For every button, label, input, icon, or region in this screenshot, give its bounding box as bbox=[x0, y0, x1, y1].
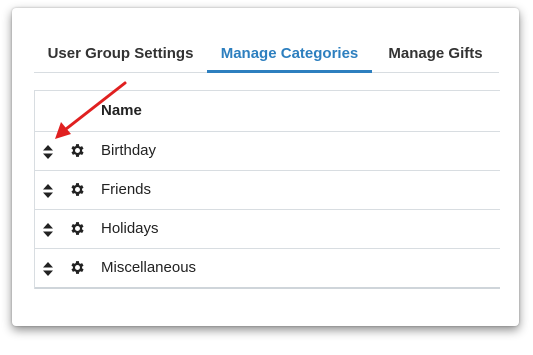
tab-bar: User Group Settings Manage Categories Ma… bbox=[34, 40, 499, 73]
column-header-name[interactable]: Name bbox=[101, 102, 142, 119]
table-row: Miscellaneous bbox=[35, 249, 500, 289]
category-name: Holidays bbox=[101, 220, 159, 237]
table-row: Holidays bbox=[35, 210, 500, 249]
sort-icon[interactable] bbox=[43, 184, 53, 198]
tab-manage-gifts[interactable]: Manage Gifts bbox=[372, 40, 499, 70]
tab-user-group-settings[interactable]: User Group Settings bbox=[34, 40, 207, 70]
categories-table: Name Birthday Friends Holidays Miscellan… bbox=[34, 90, 500, 289]
table-row: Friends bbox=[35, 171, 500, 210]
tab-manage-categories[interactable]: Manage Categories bbox=[207, 40, 372, 73]
gear-icon[interactable] bbox=[69, 181, 86, 198]
table-row: Birthday bbox=[35, 132, 500, 171]
sort-icon[interactable] bbox=[43, 262, 53, 276]
sort-icon[interactable] bbox=[43, 145, 53, 159]
gear-icon[interactable] bbox=[69, 259, 86, 276]
sort-icon[interactable] bbox=[43, 223, 53, 237]
gear-icon[interactable] bbox=[69, 220, 86, 237]
category-name: Miscellaneous bbox=[101, 259, 197, 276]
category-name: Birthday bbox=[101, 142, 157, 159]
gear-icon[interactable] bbox=[69, 142, 86, 159]
table-header: Name bbox=[35, 91, 500, 132]
category-name: Friends bbox=[101, 181, 152, 198]
